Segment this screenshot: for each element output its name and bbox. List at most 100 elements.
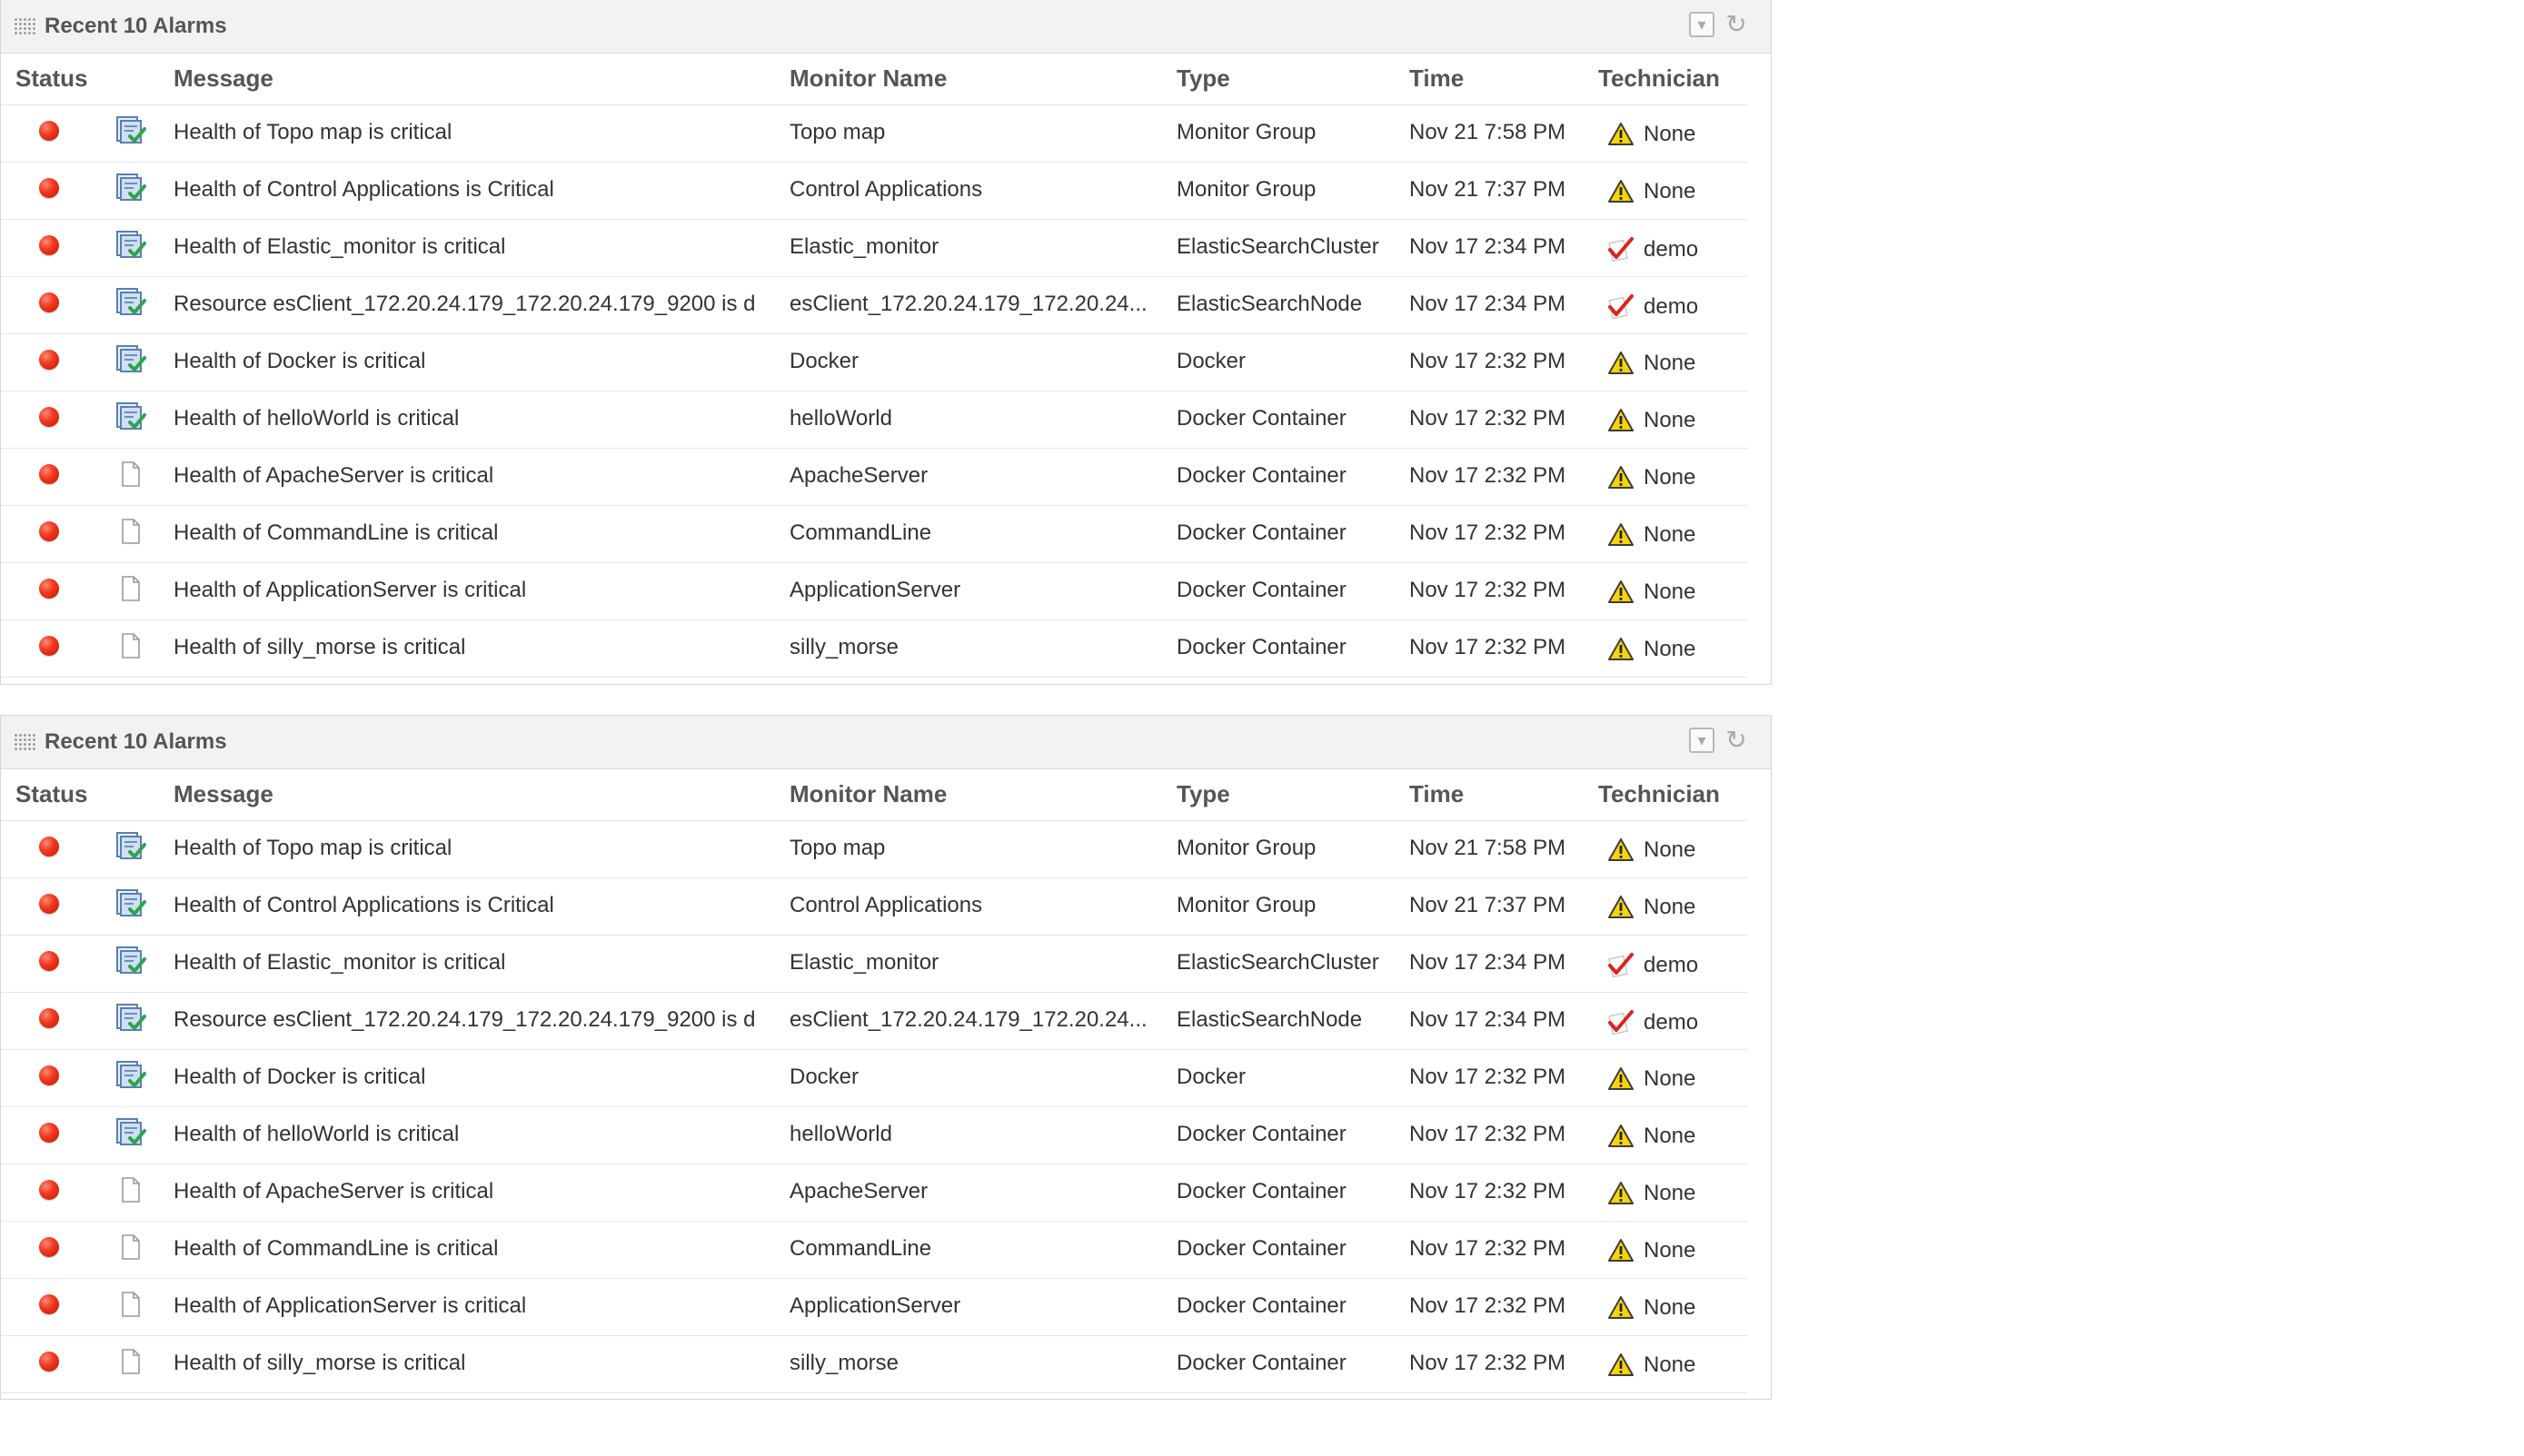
table-row[interactable]: Health of silly_morse is critical silly_m…: [1, 1336, 1747, 1393]
column-status[interactable]: Status: [15, 780, 87, 808]
refresh-icon[interactable]: ↻: [1724, 12, 1749, 37]
technician-cell[interactable]: None: [1607, 179, 1695, 204]
alarm-message-link[interactable]: Resource esClient_172.20.24.179_172.20.2…: [174, 1007, 764, 1033]
alarm-message-link[interactable]: Health of helloWorld is critical: [174, 1122, 764, 1147]
monitor-name-link[interactable]: Docker: [790, 349, 1162, 374]
table-row[interactable]: Health of Elastic_monitor is critical Ela…: [1, 936, 1747, 993]
table-row[interactable]: Health of helloWorld is critical helloWor…: [1, 391, 1747, 449]
technician-cell[interactable]: None: [1607, 637, 1695, 662]
table-row[interactable]: Health of ApacheServer is critical Apache…: [1, 1164, 1747, 1222]
drag-handle-icon[interactable]: [14, 17, 37, 35]
monitor-doc-icon[interactable]: [115, 402, 146, 431]
technician-cell[interactable]: None: [1607, 1181, 1695, 1206]
alarm-message-link[interactable]: Health of ApacheServer is critical: [174, 1179, 764, 1204]
monitor-name-link[interactable]: esClient_172.20.24.179_172.20.24...: [790, 1007, 1162, 1033]
table-row[interactable]: Health of Elastic_monitor is critical Ela…: [1, 220, 1747, 277]
table-row[interactable]: Resource esClient_172.20.24.179_172.20.2…: [1, 277, 1747, 334]
table-row[interactable]: Health of helloWorld is critical helloWor…: [1, 1107, 1747, 1164]
monitor-doc-icon[interactable]: [115, 345, 146, 374]
monitor-doc-icon[interactable]: [115, 173, 146, 203]
monitor-name-link[interactable]: helloWorld: [790, 1122, 1162, 1147]
alarm-message-link[interactable]: Health of Docker is critical: [174, 349, 764, 374]
column-status[interactable]: Status: [15, 64, 87, 93]
technician-cell[interactable]: None: [1607, 837, 1695, 863]
refresh-icon[interactable]: ↻: [1724, 728, 1749, 753]
monitor-name-link[interactable]: CommandLine: [790, 520, 1162, 546]
table-row[interactable]: Health of Topo map is critical Topo map Mo…: [1, 821, 1747, 878]
table-row[interactable]: Health of CommandLine is critical Command…: [1, 506, 1747, 563]
column-time[interactable]: Time: [1409, 64, 1464, 93]
table-row[interactable]: Health of ApacheServer is critical Apache…: [1, 449, 1747, 506]
monitor-name-link[interactable]: ApplicationServer: [790, 578, 1162, 603]
technician-cell[interactable]: None: [1607, 351, 1695, 376]
table-row[interactable]: Health of silly_morse is critical silly_m…: [1, 620, 1747, 678]
column-message[interactable]: Message: [174, 780, 273, 808]
alarm-message-link[interactable]: Health of ApplicationServer is critical: [174, 1293, 764, 1319]
alarm-message-link[interactable]: Health of Elastic_monitor is critical: [174, 234, 764, 260]
column-type[interactable]: Type: [1177, 64, 1230, 93]
technician-cell[interactable]: demo: [1607, 1009, 1698, 1036]
column-message[interactable]: Message: [174, 64, 273, 93]
blank-doc-icon[interactable]: [115, 631, 146, 660]
monitor-name-link[interactable]: helloWorld: [790, 406, 1162, 431]
alarm-message-link[interactable]: Health of Docker is critical: [174, 1065, 764, 1090]
column-technician[interactable]: Technician: [1598, 780, 1720, 808]
monitor-name-link[interactable]: Topo map: [790, 120, 1162, 145]
monitor-name-link[interactable]: Topo map: [790, 836, 1162, 861]
monitor-name-link[interactable]: CommandLine: [790, 1236, 1162, 1262]
alarm-message-link[interactable]: Health of CommandLine is critical: [174, 1236, 764, 1262]
monitor-name-link[interactable]: Control Applications: [790, 177, 1162, 203]
monitor-doc-icon[interactable]: [115, 832, 146, 861]
drag-handle-icon[interactable]: [14, 733, 37, 751]
technician-cell[interactable]: None: [1607, 1238, 1695, 1263]
column-monitor-name[interactable]: Monitor Name: [790, 64, 947, 93]
blank-doc-icon[interactable]: [115, 460, 146, 489]
table-row[interactable]: Health of Docker is critical Docker Docker…: [1, 334, 1747, 391]
blank-doc-icon[interactable]: [115, 1233, 146, 1262]
technician-cell[interactable]: demo: [1607, 952, 1698, 979]
table-row[interactable]: Health of Topo map is critical Topo map Mo…: [1, 105, 1747, 163]
alarm-message-link[interactable]: Health of Control Applications is Critic…: [174, 893, 764, 918]
monitor-doc-icon[interactable]: [115, 1004, 146, 1033]
table-row[interactable]: Health of Control Applications is Critic…: [1, 163, 1747, 220]
alarm-message-link[interactable]: Health of silly_morse is critical: [174, 635, 764, 660]
monitor-name-link[interactable]: ApplicationServer: [790, 1293, 1162, 1319]
technician-cell[interactable]: demo: [1607, 236, 1698, 263]
technician-cell[interactable]: None: [1607, 1066, 1695, 1092]
collapse-dropdown-icon[interactable]: ▾: [1689, 12, 1714, 37]
technician-cell[interactable]: None: [1607, 522, 1695, 548]
blank-doc-icon[interactable]: [115, 1347, 146, 1376]
blank-doc-icon[interactable]: [115, 574, 146, 603]
table-row[interactable]: Health of Control Applications is Critic…: [1, 878, 1747, 936]
technician-cell[interactable]: None: [1607, 122, 1695, 147]
monitor-name-link[interactable]: Elastic_monitor: [790, 950, 1162, 976]
monitor-doc-icon[interactable]: [115, 946, 146, 976]
table-row[interactable]: Health of CommandLine is critical Command…: [1, 1222, 1747, 1279]
alarm-message-link[interactable]: Health of helloWorld is critical: [174, 406, 764, 431]
monitor-doc-icon[interactable]: [115, 288, 146, 317]
column-time[interactable]: Time: [1409, 780, 1464, 808]
monitor-doc-icon[interactable]: [115, 1118, 146, 1147]
alarm-message-link[interactable]: Health of ApplicationServer is critical: [174, 578, 764, 603]
monitor-name-link[interactable]: silly_morse: [790, 635, 1162, 660]
monitor-doc-icon[interactable]: [115, 231, 146, 260]
alarm-message-link[interactable]: Health of Elastic_monitor is critical: [174, 950, 764, 976]
technician-cell[interactable]: None: [1607, 1295, 1695, 1321]
technician-cell[interactable]: demo: [1607, 293, 1698, 321]
alarm-message-link[interactable]: Health of silly_morse is critical: [174, 1351, 764, 1376]
technician-cell[interactable]: None: [1607, 895, 1695, 920]
technician-cell[interactable]: None: [1607, 579, 1695, 605]
blank-doc-icon[interactable]: [115, 1290, 146, 1319]
technician-cell[interactable]: None: [1607, 465, 1695, 490]
monitor-name-link[interactable]: silly_morse: [790, 1351, 1162, 1376]
alarm-message-link[interactable]: Health of Topo map is critical: [174, 120, 764, 145]
monitor-doc-icon[interactable]: [115, 889, 146, 918]
table-row[interactable]: Health of Docker is critical Docker Docker…: [1, 1050, 1747, 1107]
column-monitor-name[interactable]: Monitor Name: [790, 780, 947, 808]
monitor-name-link[interactable]: esClient_172.20.24.179_172.20.24...: [790, 292, 1162, 317]
alarm-message-link[interactable]: Resource esClient_172.20.24.179_172.20.2…: [174, 292, 764, 317]
monitor-name-link[interactable]: ApacheServer: [790, 1179, 1162, 1204]
monitor-name-link[interactable]: ApacheServer: [790, 463, 1162, 489]
column-type[interactable]: Type: [1177, 780, 1230, 808]
monitor-doc-icon[interactable]: [115, 116, 146, 145]
